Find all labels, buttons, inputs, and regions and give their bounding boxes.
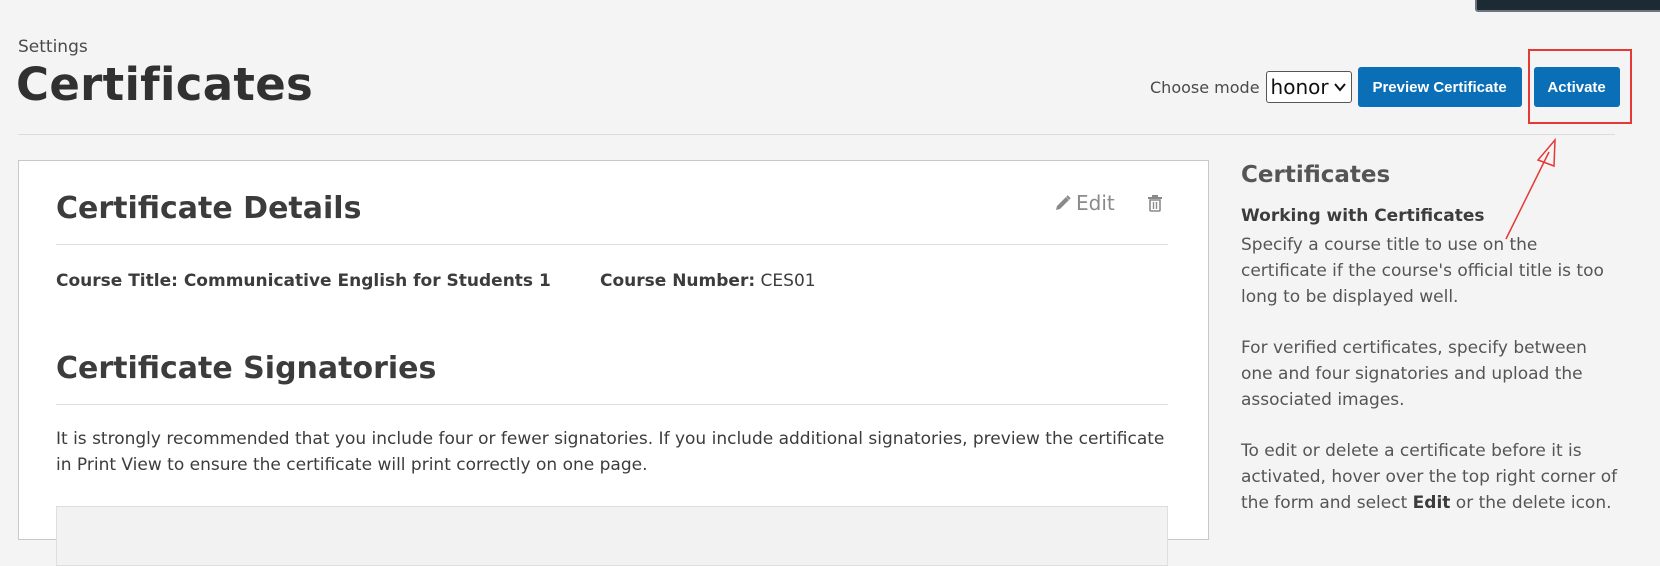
topbar-corner bbox=[1475, 0, 1660, 12]
sidebar-title: Certificates bbox=[1241, 162, 1391, 188]
trash-icon[interactable] bbox=[1147, 194, 1163, 212]
course-fields: Course Title: Communicative English for … bbox=[56, 271, 816, 291]
course-number-value: CES01 bbox=[755, 271, 816, 291]
sidebar-paragraph-1: Specify a course title to use on the cer… bbox=[1241, 235, 1604, 307]
card-actions: Edit bbox=[1054, 191, 1163, 215]
edit-label: Edit bbox=[1076, 191, 1115, 215]
annotation-highlight-box bbox=[1528, 49, 1632, 124]
certificate-signatories-title: Certificate Signatories bbox=[56, 351, 437, 386]
course-number-label: Course Number: bbox=[600, 271, 756, 291]
mode-select-value: honor bbox=[1270, 75, 1329, 99]
edit-button[interactable]: Edit bbox=[1054, 191, 1115, 215]
sidebar-paragraph-3-end: or the delete icon. bbox=[1450, 493, 1612, 513]
pencil-icon bbox=[1056, 195, 1071, 210]
details-divider bbox=[56, 244, 1168, 245]
signatories-help-text: It is strongly recommended that you incl… bbox=[56, 429, 1165, 475]
course-title-field: Course Title: Communicative English for … bbox=[56, 271, 551, 291]
choose-mode-label: Choose mode bbox=[1150, 77, 1260, 97]
certificate-details-title: Certificate Details bbox=[56, 191, 362, 226]
help-sidebar: Certificates Working with Certificates S… bbox=[1241, 160, 1621, 541]
course-number-field: Course Number: CES01 bbox=[600, 271, 816, 291]
signatory-form bbox=[56, 506, 1168, 566]
sidebar-paragraph-2: For verified certificates, specify betwe… bbox=[1241, 338, 1587, 410]
signatories-divider bbox=[56, 404, 1168, 405]
sidebar-paragraph-3-edit: Edit bbox=[1412, 493, 1451, 513]
breadcrumb[interactable]: Settings bbox=[18, 37, 88, 57]
certificate-card: Certificate Details Edit Course Title: C… bbox=[18, 160, 1209, 566]
chevron-down-icon bbox=[1333, 83, 1346, 92]
header-divider bbox=[18, 134, 1615, 135]
sidebar-paragraph-3: To edit or delete a certificate before i… bbox=[1241, 438, 1621, 516]
page-title: Certificates bbox=[16, 58, 314, 111]
mode-select[interactable]: honor bbox=[1265, 71, 1352, 103]
preview-certificate-button[interactable]: Preview Certificate bbox=[1357, 67, 1522, 107]
sidebar-subtitle: Working with Certificates bbox=[1241, 206, 1485, 226]
